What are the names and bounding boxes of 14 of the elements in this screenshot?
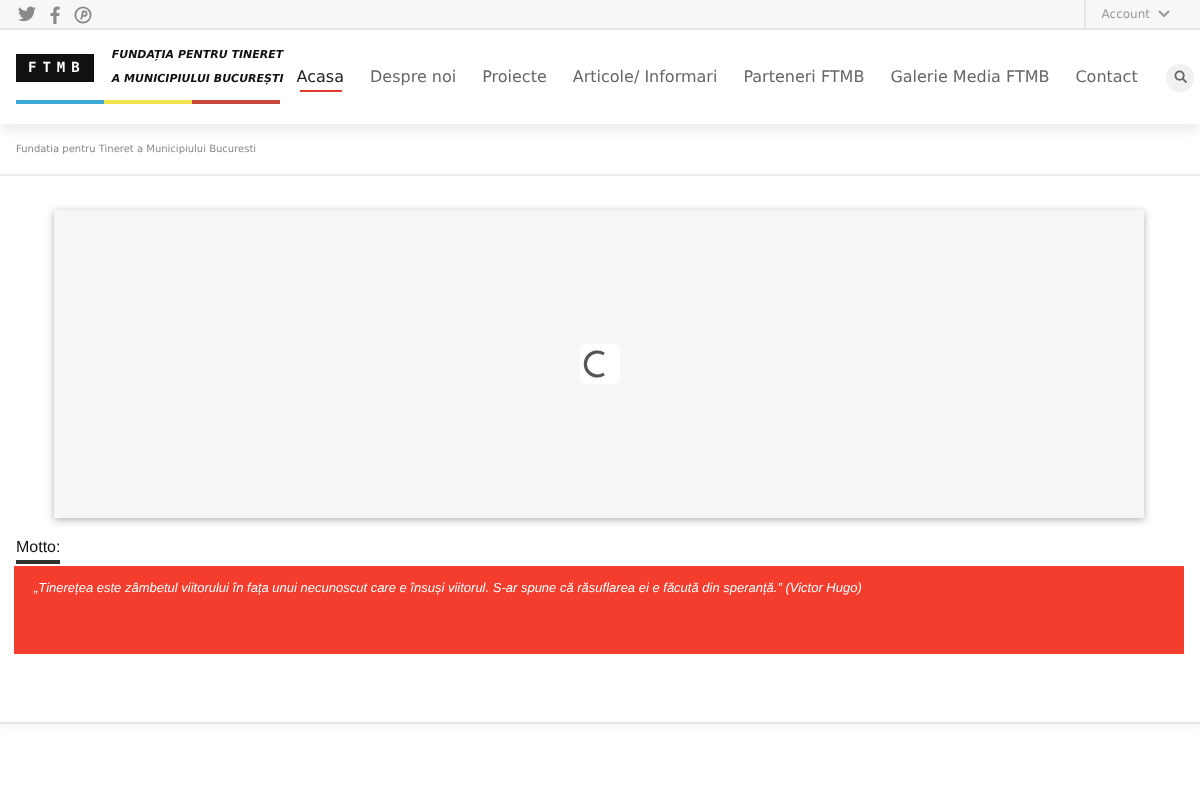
nav-link[interactable]: Acasa xyxy=(283,30,357,124)
facebook-icon[interactable] xyxy=(50,5,60,23)
pinterest-icon[interactable] xyxy=(74,5,92,23)
nav-link[interactable]: Contact xyxy=(1062,30,1151,124)
chevron-down-icon xyxy=(1158,10,1170,18)
search-icon xyxy=(1173,70,1188,84)
loading-spinner-icon xyxy=(579,344,619,384)
nav-link[interactable]: Proiecte xyxy=(469,30,560,124)
nav-link[interactable]: Parteneri FTMB xyxy=(730,30,878,124)
nav-link[interactable]: Galerie Media FTMB xyxy=(877,30,1063,124)
search-button[interactable] xyxy=(1166,63,1195,91)
nav-link[interactable]: Despre noi xyxy=(357,30,470,124)
twitter-icon[interactable] xyxy=(18,6,36,22)
nav-link[interactable]: Articole/ Informari xyxy=(559,30,731,124)
